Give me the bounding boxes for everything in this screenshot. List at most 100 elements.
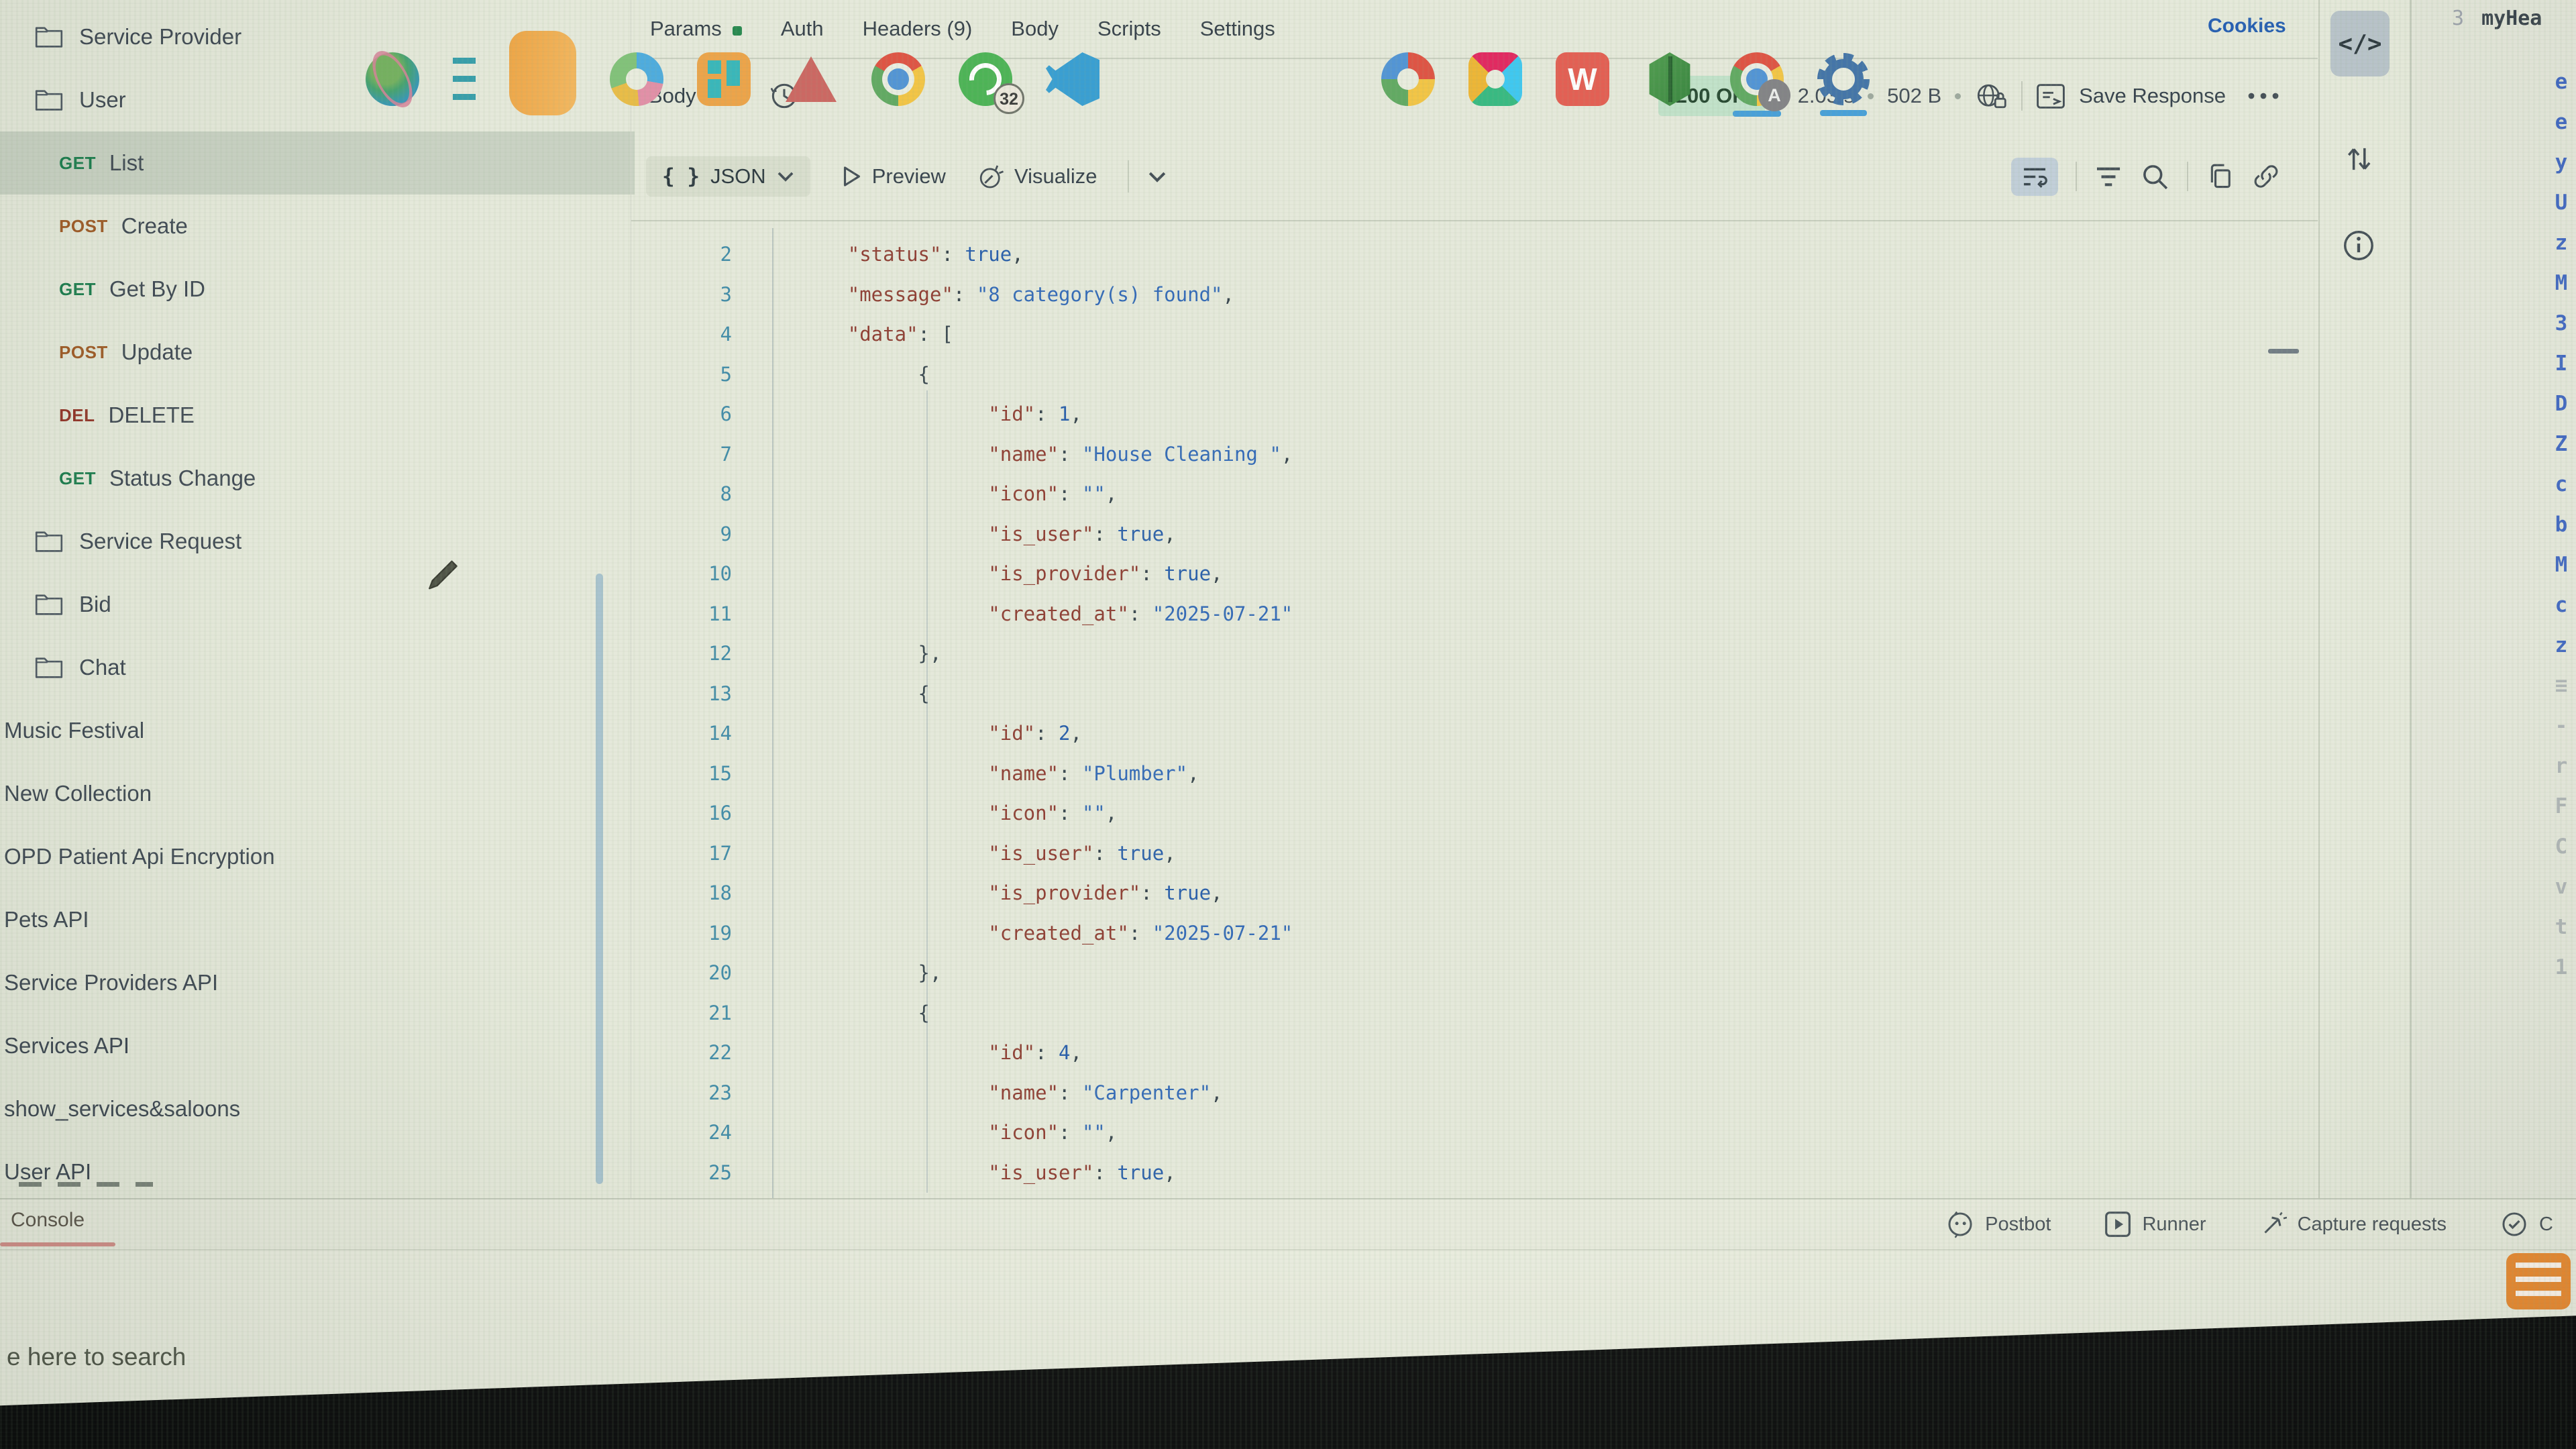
response-toolbar: { } JSON Preview Visualize — [631, 133, 2318, 221]
sidebar-item[interactable]: Services API — [0, 1014, 614, 1077]
json-view-button[interactable]: { } JSON — [646, 156, 810, 197]
sidebar-item-label: Service Providers API — [4, 970, 218, 996]
request-tab[interactable]: Body — [1011, 17, 1059, 41]
settings-gear-icon[interactable] — [1817, 53, 1870, 105]
filter-icon[interactable] — [2094, 165, 2123, 189]
visualize-button[interactable]: Visualize — [977, 162, 1097, 191]
code-token — [777, 842, 988, 865]
visualize-dropdown[interactable] — [1128, 160, 1167, 193]
code-token: true — [1117, 523, 1164, 545]
sidebar-scrollbar[interactable] — [596, 574, 603, 1184]
code-token: { — [777, 1002, 930, 1024]
code-token: }, — [777, 642, 941, 665]
search-icon[interactable] — [2140, 162, 2169, 191]
request-method-label: GET — [59, 153, 96, 174]
folder-icon — [35, 592, 63, 616]
sidebar-item[interactable]: Service Providers API — [0, 951, 614, 1014]
code-line-text: "name": "Plumber", — [777, 754, 1199, 794]
sidebar-item[interactable]: Music Festival — [0, 699, 614, 762]
code-line-text: "created_at": "2025-07-21" — [777, 594, 1293, 635]
code-line-text: "id": 1, — [777, 394, 1082, 435]
sidebar-item[interactable]: GET Status Change — [0, 447, 614, 510]
earth-globe-icon[interactable] — [366, 52, 419, 106]
request-tab[interactable]: Headers (9) — [863, 17, 973, 41]
cookies-link[interactable]: Cookies — [2208, 15, 2286, 38]
sidebar-item[interactable]: OPD Patient Api Encryption — [0, 825, 614, 888]
sidebar-item[interactable]: Chat — [0, 636, 614, 699]
sidebar-item[interactable]: Service Request — [0, 510, 614, 573]
capture-requests-button[interactable]: Capture requests — [2260, 1211, 2447, 1238]
code-line-text: "status": true, — [777, 235, 1024, 275]
preview-button[interactable]: Preview — [841, 164, 946, 189]
code-line: 23 "name": "Carpenter", — [631, 1073, 2318, 1114]
sidebar-item[interactable]: POST Update — [0, 321, 614, 384]
snippet-char: e — [2548, 62, 2575, 102]
triangle-app-icon[interactable] — [784, 52, 838, 106]
runner-button[interactable]: Runner — [2104, 1211, 2206, 1238]
wps-writer-icon[interactable] — [1556, 52, 1609, 106]
save-response-button[interactable]: Save Response — [2079, 84, 2226, 108]
sidebar-item[interactable]: POST Create — [0, 195, 614, 258]
sidebar-item[interactable]: User API — [0, 1140, 614, 1203]
code-token: "is_provider" — [988, 881, 1140, 904]
sidebar-item-label: Bid — [79, 592, 111, 617]
sidebar-item[interactable]: Bid — [0, 573, 614, 636]
snippet-char: ≡ — [2548, 665, 2575, 706]
code-token: : — [1129, 922, 1152, 945]
response-tools — [2011, 133, 2281, 220]
sidebar-item[interactable]: show_services&saloons — [0, 1077, 614, 1140]
folder-peach-icon[interactable] — [509, 31, 576, 115]
taskbar-search-input[interactable]: e here to search — [7, 1343, 186, 1371]
code-token: "icon" — [988, 482, 1059, 505]
more-options-icon[interactable] — [2246, 90, 2281, 102]
code-token: "is_user" — [988, 1161, 1093, 1184]
sidebar-item-label: OPD Patient Api Encryption — [4, 844, 275, 869]
orange-app-icon[interactable] — [2506, 1253, 2571, 1309]
code-token: "id" — [988, 722, 1035, 745]
code-token: "id" — [988, 402, 1035, 425]
request-tab[interactable]: Scripts — [1097, 17, 1161, 41]
taskbar-spacer[interactable] — [1133, 76, 1348, 82]
postbot-button[interactable]: Postbot — [1946, 1210, 2051, 1238]
list-lines-icon[interactable] — [453, 58, 476, 101]
mongodb-leaf-icon[interactable] — [1643, 52, 1697, 106]
postbot-label: Postbot — [1985, 1214, 2051, 1236]
whatsapp-icon[interactable]: 32 — [959, 52, 1012, 106]
response-json-viewer[interactable]: 2 "status": true, 3 "message": "8 catego… — [631, 223, 2318, 1198]
sidebar-item[interactable]: GET List — [0, 131, 635, 195]
preview-label: Preview — [872, 164, 946, 189]
info-icon[interactable] — [2341, 228, 2376, 263]
code-token: "" — [1082, 482, 1106, 505]
link-icon[interactable] — [2251, 162, 2281, 191]
save-icon[interactable] — [2036, 83, 2065, 109]
sidebar-item[interactable]: GET Get By ID — [0, 258, 614, 321]
vscode-icon[interactable] — [1046, 52, 1099, 106]
sidebar-item[interactable]: New Collection — [0, 762, 614, 825]
color-wheel-icon[interactable] — [610, 52, 663, 106]
google-photos-icon[interactable] — [1381, 52, 1435, 106]
code-token: , — [1071, 1041, 1082, 1064]
console-button[interactable]: Console — [11, 1209, 85, 1232]
code-scroll-indicator[interactable] — [2268, 349, 2299, 354]
code-token — [777, 881, 988, 904]
chrome-icon[interactable] — [871, 52, 925, 106]
arrows-updown-icon[interactable] — [2344, 142, 2373, 176]
wrap-text-button[interactable] — [2011, 158, 2058, 196]
copy-icon[interactable] — [2206, 162, 2234, 191]
request-tab[interactable]: Settings — [1200, 17, 1275, 41]
code-token: : — [1059, 1121, 1082, 1144]
code-snippet-button[interactable]: </> — [2330, 11, 2390, 76]
snippet-char: I — [2548, 343, 2575, 384]
request-method-label: GET — [59, 468, 96, 489]
sidebar-item[interactable]: DEL DELETE — [0, 384, 614, 447]
code-line: 18 "is_provider": true, — [631, 873, 2318, 914]
paint-app-icon[interactable] — [697, 52, 751, 106]
chrome-profile-icon[interactable] — [1730, 52, 1784, 106]
code-line: 17 "is_user": true, — [631, 834, 2318, 874]
globe-lock-icon[interactable] — [1974, 81, 2008, 111]
request-tab[interactable]: Params — [650, 17, 742, 41]
status-check-indicator[interactable]: C — [2500, 1210, 2553, 1238]
sidebar-item[interactable]: Pets API — [0, 888, 614, 951]
request-tab[interactable]: Auth — [781, 17, 824, 41]
slack-icon[interactable] — [1468, 52, 1522, 106]
